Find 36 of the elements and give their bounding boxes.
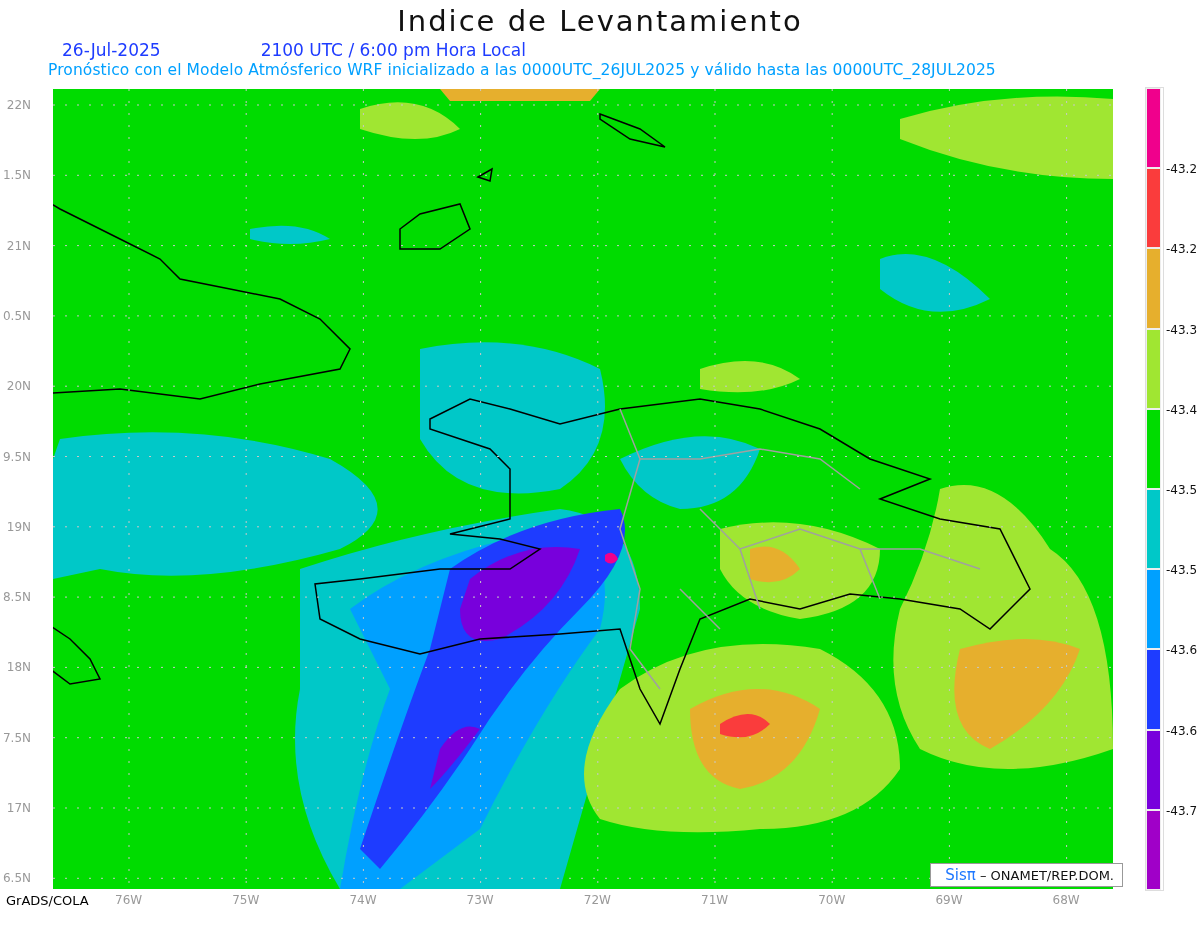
legend-label: -43.3: [1166, 322, 1198, 337]
legend-label: -43.5: [1166, 483, 1198, 497]
longitude-label: 75W: [232, 893, 260, 907]
longitude-label: 72W: [583, 893, 611, 907]
longitude-label: 71W: [701, 893, 729, 907]
credit-label: Sisπ – ONAMET/REP.DOM.: [930, 863, 1123, 887]
legend-label: -43.6: [1166, 723, 1198, 738]
legend-label: -43.6: [1166, 643, 1198, 658]
latitude-label: 0.5N: [2, 308, 31, 323]
forecast-description: Pronóstico con el Modelo Atmósferico WRF inicializado a las 0000UTC_26JUL2025 y válido hasta las 0000UTC_28JUL2025: [47, 61, 997, 81]
latitude-label: 8.5N: [2, 590, 31, 605]
legend-label: -43.2: [1166, 242, 1198, 257]
longitude-label: 73W: [466, 893, 494, 907]
latitude-label: 19N: [6, 519, 31, 534]
legend-label: -43.4: [1166, 402, 1198, 417]
legend-label: -43.7: [1166, 803, 1198, 818]
longitude-label: 68W: [1052, 893, 1080, 907]
latitude-label: 1.5N: [2, 168, 31, 183]
longitude-label: 70W: [818, 893, 846, 907]
latitude-label: 20N: [6, 379, 31, 394]
chart-title: Indice de Levantamiento: [396, 3, 804, 40]
latitude-label: 17N: [6, 801, 31, 815]
latitude-label: 18N: [6, 660, 31, 675]
latitude-label: 6.5N: [2, 871, 31, 886]
forecast-date: 26-Jul-2025: [62, 40, 161, 61]
longitude-label: 76W: [115, 893, 143, 907]
latitude-label: 9.5N: [2, 449, 31, 464]
legend-label: -43.5: [1166, 563, 1198, 578]
longitude-label: 69W: [935, 893, 963, 907]
longitude-label: 74W: [349, 893, 377, 907]
latitude-label: 7.5N: [2, 730, 31, 745]
latitude-label: 21N: [6, 238, 31, 253]
legend-label: -43.2: [1166, 162, 1198, 177]
latitude-label: 22N: [6, 98, 31, 112]
forecast-time: 2100 UTC / 6:00 pm Hora Local: [260, 40, 526, 61]
software-credit: GrADS/COLA: [5, 892, 90, 909]
